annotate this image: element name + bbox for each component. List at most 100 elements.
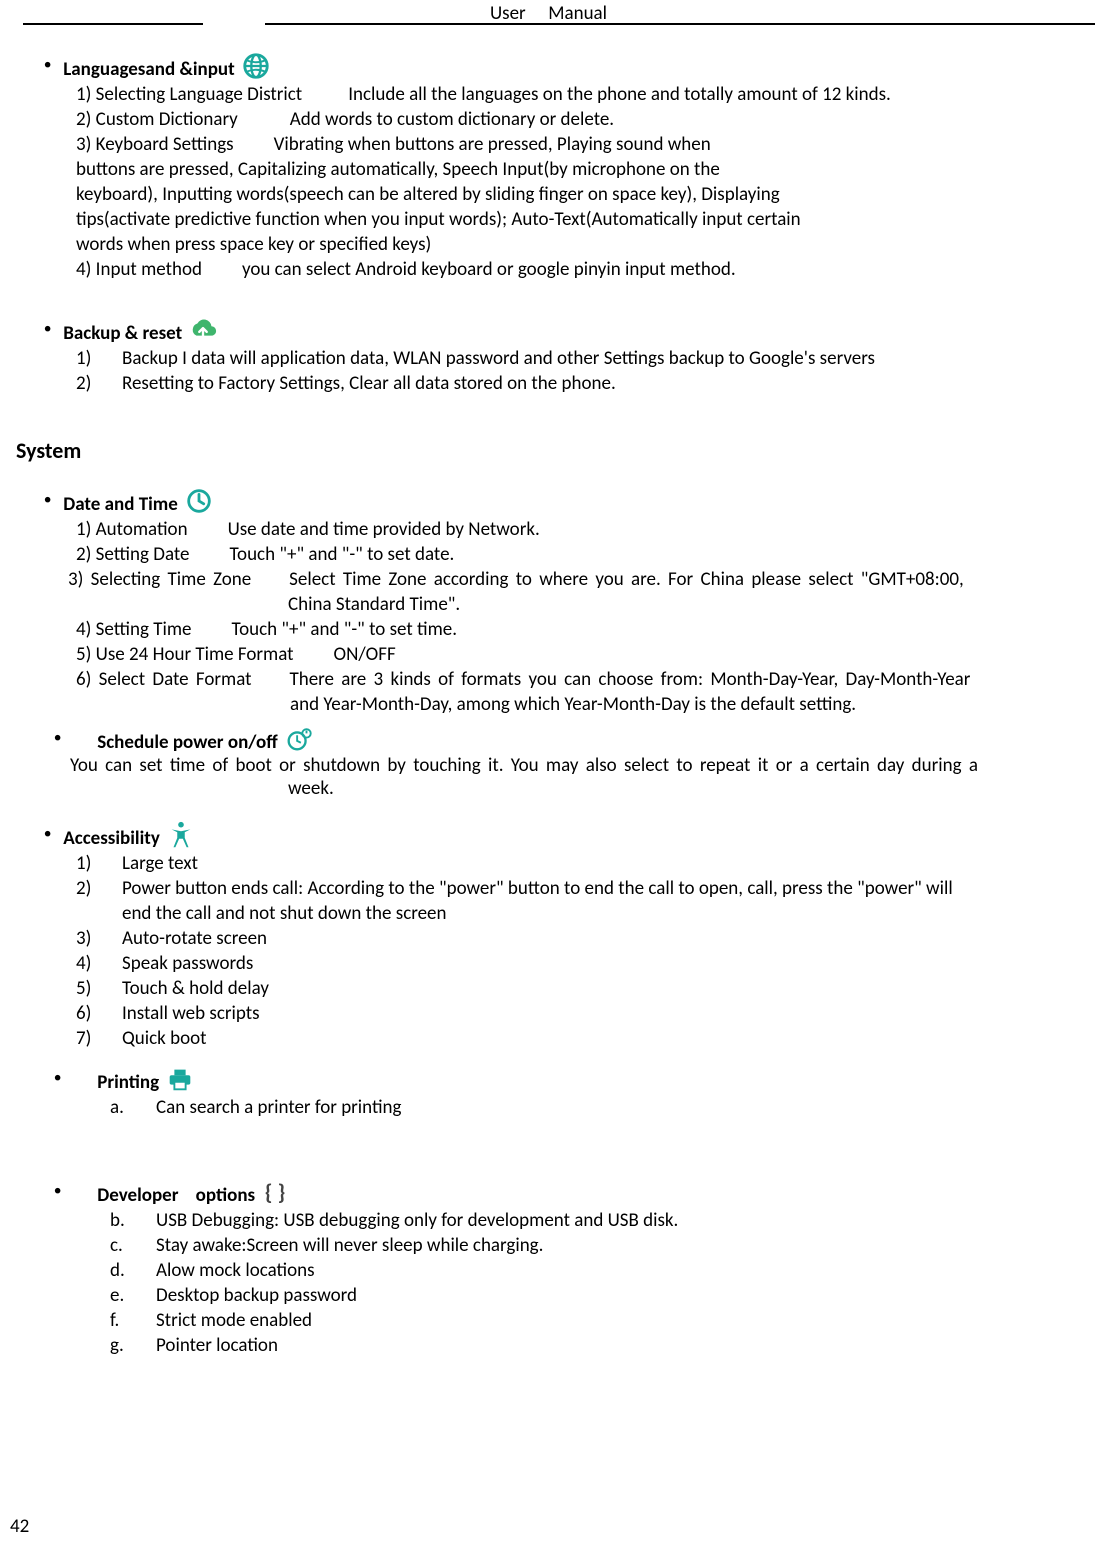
- t: Alow mock locations: [156, 1259, 315, 1282]
- dev-list: b. USB Debugging: USB debugging only for …: [110, 1209, 1087, 1357]
- sched-body: You can set time of boot or shutdown by …: [70, 754, 1087, 777]
- t: Quick boot: [122, 1027, 206, 1050]
- sched-body2: week.: [288, 777, 1087, 800]
- t: USB Debugging: U: [156, 1209, 296, 1232]
- t: USB Debugging: USB debugging only for de…: [156, 1209, 678, 1232]
- header-user: User: [490, 2, 526, 25]
- n: b.: [110, 1209, 138, 1232]
- t: 3) Keyboard Settings: [76, 133, 234, 156]
- n: 2): [76, 877, 104, 900]
- t: Strict mode enabled: [156, 1309, 312, 1332]
- t: Touch "+" and "-" to set date.: [229, 543, 454, 566]
- n: f.: [110, 1309, 138, 1332]
- n: 5): [76, 977, 104, 1000]
- dev-heading: ● Developer options { }: [54, 1175, 1087, 1207]
- t: Add words to custom dictionary or delete…: [290, 108, 614, 131]
- n: 2): [76, 372, 104, 395]
- bullet-dot: ●: [44, 49, 51, 81]
- t: 1) Automation: [76, 518, 188, 541]
- lang-body: 1) Selecting Language District Include al…: [76, 83, 1087, 281]
- t: Can search a printer for printing: [156, 1096, 401, 1119]
- t: There are 3 kinds of formats you can cho…: [289, 668, 970, 691]
- header-rule-left: [23, 23, 203, 25]
- printer-icon: [165, 1064, 195, 1094]
- header-manual: Manual: [548, 2, 607, 25]
- t: Large text: [122, 852, 198, 875]
- sched-heading: ● Schedule power on/off: [54, 722, 1087, 754]
- print-title: Printing: [97, 1071, 159, 1094]
- power-schedule-icon: [284, 724, 314, 754]
- backup-list: 1) Backup I data will application data, W…: [76, 347, 1087, 395]
- t: Desktop backup password: [156, 1284, 357, 1307]
- backup-heading: ● Backup & reset: [44, 313, 1087, 345]
- acc-title: Accessibility: [63, 827, 160, 850]
- bullet-dot: ●: [54, 1175, 61, 1207]
- t: 2) Setting Date: [76, 543, 189, 566]
- globe-icon: [241, 51, 271, 81]
- t: 2) Custom Dictionary: [76, 108, 238, 131]
- bullet-dot: ●: [44, 313, 51, 345]
- n: a.: [110, 1096, 138, 1119]
- t: ON/OFF: [334, 643, 396, 666]
- bullet-dot: ●: [44, 818, 51, 850]
- n: 3): [76, 927, 104, 950]
- backup-title: Backup & reset: [63, 322, 182, 345]
- t: According to the "power" button to end t…: [308, 877, 953, 900]
- t: buttons are pressed, Capitalizing automa…: [76, 158, 1087, 181]
- dt-body: 1) Automation Use date and time provided …: [76, 518, 1087, 716]
- bullet-dot: ●: [44, 484, 51, 516]
- lang-title: Languagesand &input: [63, 58, 234, 81]
- content: ● Languagesand &input 1) Selecting Langu…: [44, 49, 1087, 1357]
- t: Include all the languages on the phone a…: [348, 83, 891, 106]
- t: Speak passwords: [122, 952, 253, 975]
- n: e.: [110, 1284, 138, 1307]
- system-heading: System: [16, 437, 1087, 464]
- clock-icon: [184, 486, 214, 516]
- bullet-dot: ●: [54, 1062, 61, 1094]
- t: Vibrating when buttons are pressed, Play…: [274, 133, 711, 156]
- cloud-upload-icon: [188, 315, 218, 345]
- t: Pointer location: [156, 1334, 278, 1357]
- dev-title: Developer options: [97, 1184, 255, 1207]
- t: keyboard), Inputting words(speech can be…: [76, 183, 1087, 206]
- t: Touch "+" and "-" to set time.: [232, 618, 458, 641]
- t: Select Time Zone according to where you …: [289, 568, 964, 591]
- svg-text:{ }: { }: [265, 1180, 286, 1207]
- t: Resetting to Factory Settings, Clear all…: [122, 372, 616, 395]
- print-list: a. Can search a printer for printing: [110, 1096, 1087, 1119]
- t: tips(activate predictive function when y…: [76, 208, 1087, 231]
- t: SB debugging only for development and US…: [296, 1209, 679, 1232]
- n: 7): [76, 1027, 104, 1050]
- n: 1): [76, 347, 104, 370]
- header-rule-right: [265, 23, 1095, 25]
- datetime-heading: ● Date and Time: [44, 484, 1087, 516]
- page-number: 42: [10, 1515, 29, 1538]
- n: g.: [110, 1334, 138, 1357]
- t: Touch & hold delay: [122, 977, 269, 1000]
- t: words when press space key or specified …: [76, 233, 1087, 256]
- n: c.: [110, 1234, 138, 1257]
- t: Stay awake:Screen will never sleep while…: [156, 1234, 543, 1257]
- t: you can select Android keyboard or googl…: [242, 258, 736, 281]
- t: 4) Setting Time: [76, 618, 192, 641]
- t: Power button ends call: According to the…: [122, 877, 953, 900]
- braces-icon: { }: [261, 1177, 291, 1207]
- t: 1) Selecting Language District: [76, 83, 302, 106]
- n: 4): [76, 952, 104, 975]
- acc-list: 1) Large text 2) Power button ends call: A…: [76, 852, 1087, 1050]
- n: 1): [76, 852, 104, 875]
- t: Install web scripts: [122, 1002, 260, 1025]
- n: d.: [110, 1259, 138, 1282]
- lang-heading: ● Languagesand &input: [44, 49, 1087, 81]
- bullet-dot: ●: [54, 722, 61, 754]
- accessibility-icon: [166, 820, 196, 850]
- t: Use date and time provided by Network.: [228, 518, 540, 541]
- t: and Year-Month-Day, among which Year-Mon…: [290, 693, 1087, 716]
- t: Backup I data will application data, WLA…: [122, 347, 875, 370]
- t: 5) Use 24 Hour Time Format: [76, 643, 294, 666]
- page: User Manual ● Languagesand &input 1) Sel…: [0, 0, 1097, 1552]
- t: 6) Select Date Format: [76, 668, 251, 691]
- t: China Standard Time".: [288, 593, 1087, 616]
- n: 6): [76, 1002, 104, 1025]
- t: end the call and not shut down the scree…: [122, 902, 1087, 925]
